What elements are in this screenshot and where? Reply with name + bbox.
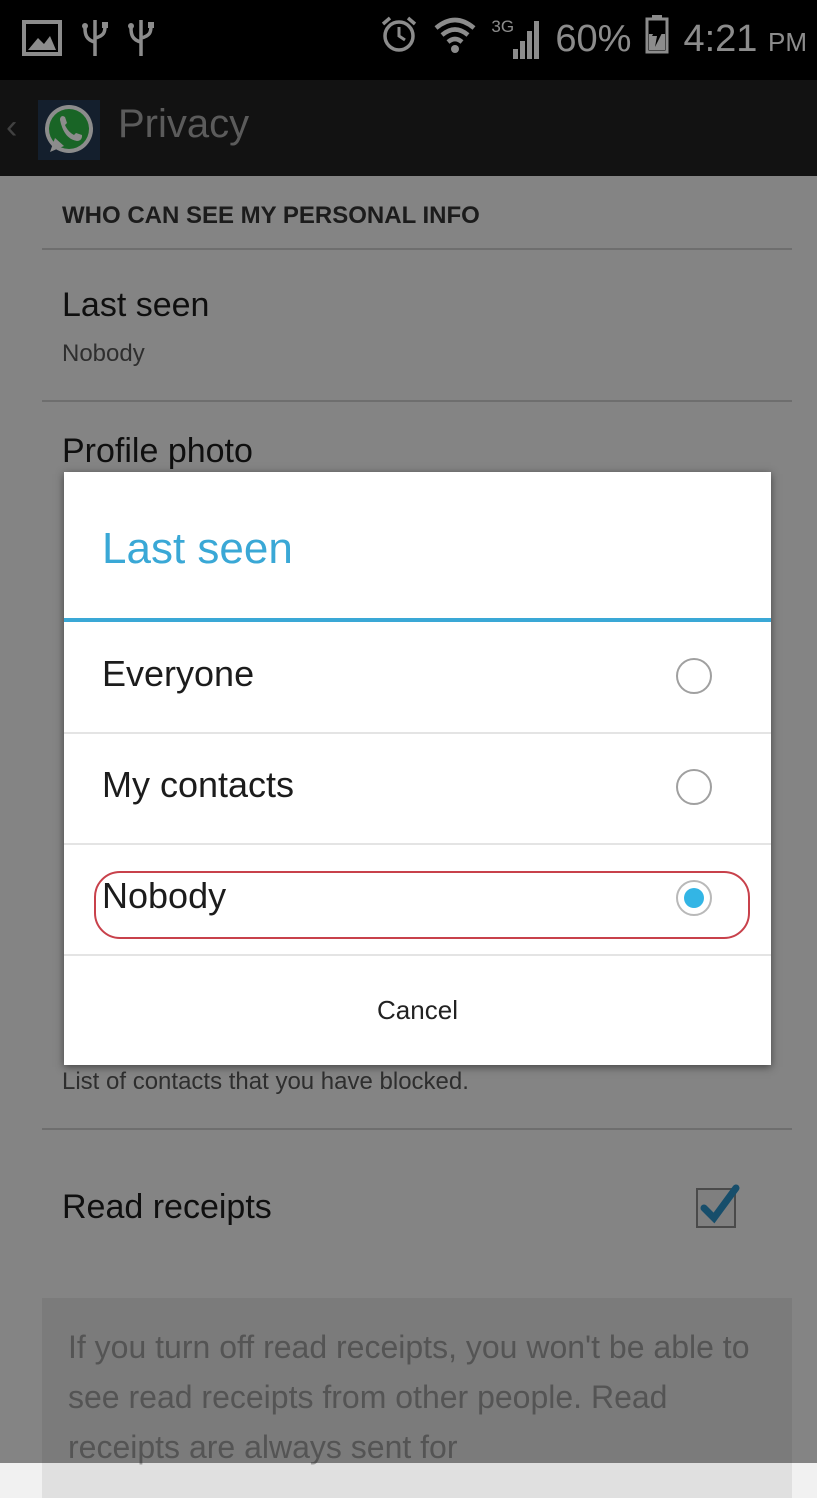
last-seen-dialog: Last seen Everyone My contacts Nobody Ca…: [64, 472, 771, 1065]
option-label: Everyone: [102, 653, 255, 694]
radio-button-unchecked[interactable]: [676, 769, 712, 805]
radio-button-unchecked[interactable]: [676, 658, 712, 694]
dialog-title-divider: [64, 618, 771, 622]
dialog-title: Last seen: [102, 524, 293, 573]
cancel-button[interactable]: Cancel: [64, 955, 771, 1065]
option-my-contacts[interactable]: My contacts: [64, 734, 771, 844]
option-label: My contacts: [102, 764, 295, 805]
option-everyone[interactable]: Everyone: [64, 623, 771, 733]
annotation-highlight-outline: [94, 871, 750, 939]
